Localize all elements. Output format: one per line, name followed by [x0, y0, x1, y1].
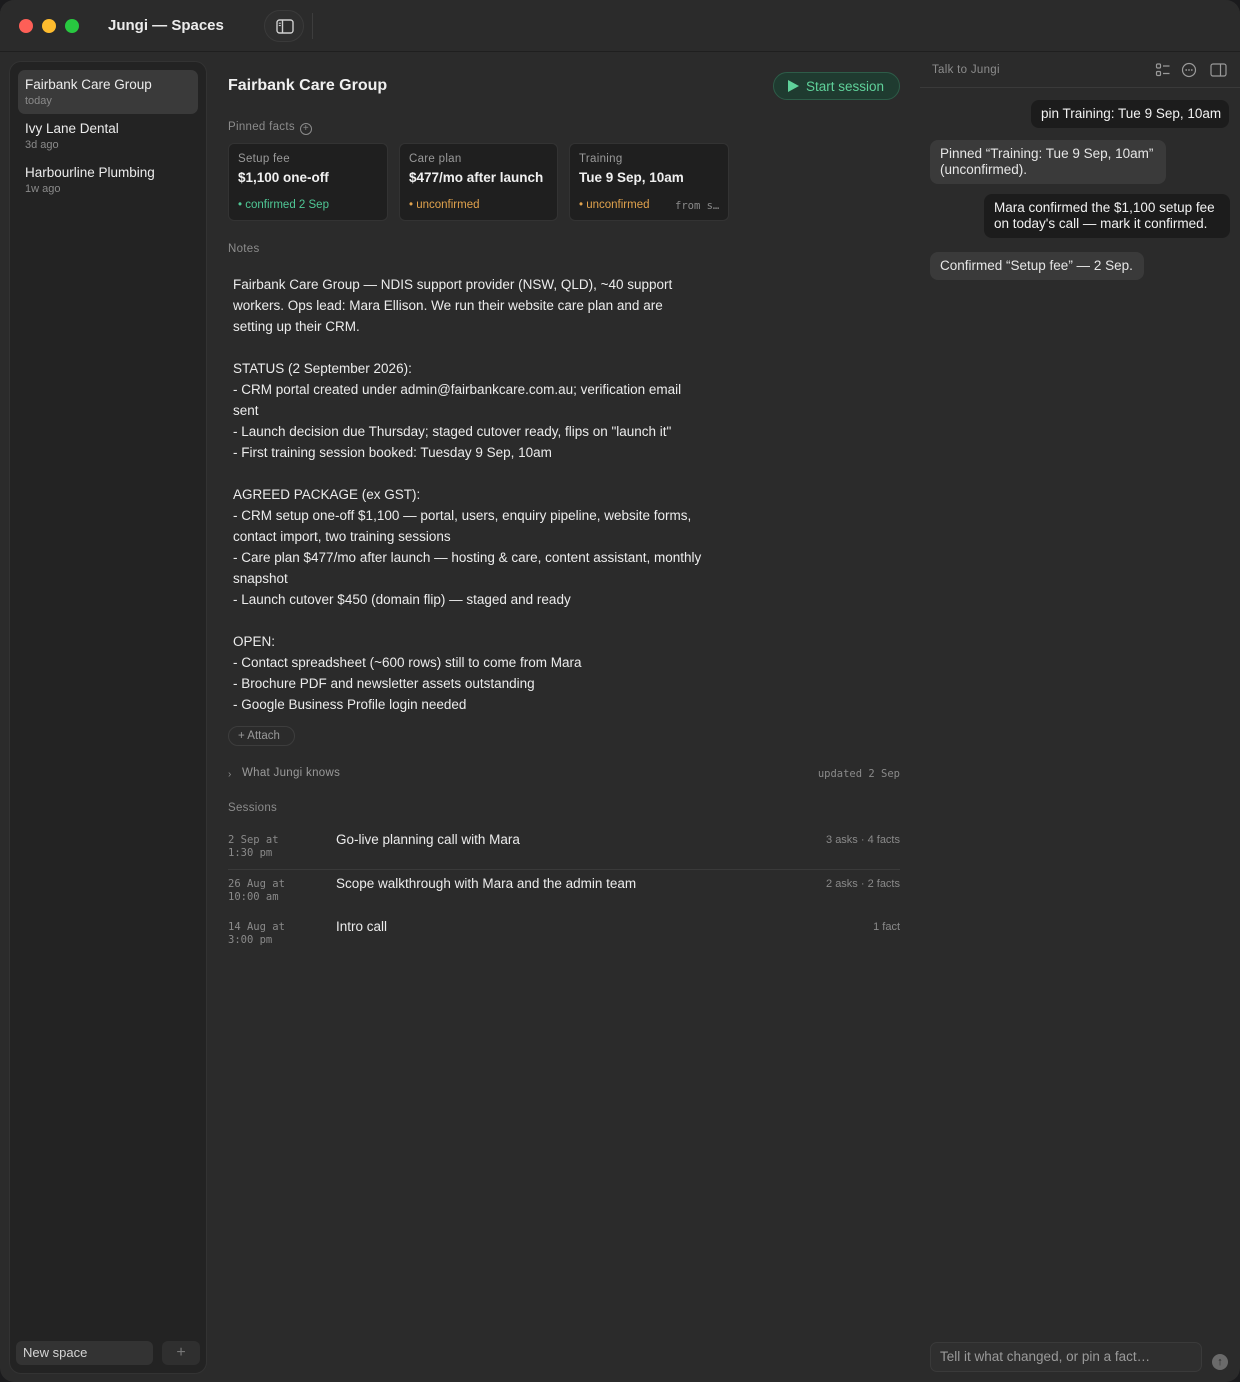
what-jungi-knows-label: What Jungi knows	[242, 767, 341, 779]
notes-text[interactable]: Fairbank Care Group — NDIS support provi…	[233, 274, 703, 715]
chat-header: Talk to Jungi	[920, 52, 1240, 88]
sidebar-item-fairbank[interactable]: Fairbank Care Group today	[18, 70, 198, 114]
minimize-window-button[interactable]	[42, 19, 56, 33]
attach-button[interactable]: + Attach	[228, 726, 295, 746]
spaces-sidebar: Fairbank Care Group today Ivy Lane Denta…	[9, 61, 207, 1374]
session-title: Go-live planning call with Mara	[336, 832, 520, 847]
space-name: Ivy Lane Dental	[25, 121, 119, 136]
space-time: today	[25, 95, 52, 107]
session-title: Scope walkthrough with Mara and the admi…	[336, 876, 637, 891]
start-session-label: Start session	[806, 79, 885, 94]
chat-message-user: Mara confirmed the $1,100 setup fee on t…	[984, 194, 1230, 238]
fact-status: • unconfirmed	[579, 199, 650, 211]
pinned-facts-heading: Pinned facts +	[228, 121, 312, 135]
pinned-facts-label: Pinned facts	[228, 121, 295, 133]
knows-updated-label: updated 2 Sep	[817, 768, 900, 780]
chat-panel: Talk to Jungi pin Training: Tue 9 Sep, 1…	[920, 52, 1240, 1382]
session-row[interactable]: 14 Aug at 3:00 pm Intro call 1 fact	[228, 913, 900, 957]
what-jungi-knows-toggle[interactable]: › What Jungi knows updated 2 Sep	[228, 767, 900, 783]
fact-card-training[interactable]: Training Tue 9 Sep, 10am • unconfirmed f…	[569, 143, 729, 221]
space-name: Harbourline Plumbing	[25, 165, 155, 180]
app-window: Jungi — Spaces Fairbank Care Group today…	[0, 0, 1240, 1382]
chat-message-bot: Pinned “Training: Tue 9 Sep, 10am” (unco…	[930, 140, 1166, 184]
fact-card-care-plan[interactable]: Care plan $477/mo after launch • unconfi…	[399, 143, 558, 221]
chat-input[interactable]: Tell it what changed, or pin a fact…	[930, 1342, 1202, 1372]
fact-value: Tue 9 Sep, 10am	[579, 170, 684, 185]
sidebar-item-ivy-lane[interactable]: Ivy Lane Dental 3d ago	[18, 114, 198, 158]
toolbar-divider	[312, 13, 313, 39]
title-bar: Jungi — Spaces	[0, 0, 1240, 52]
page-title: Fairbank Care Group	[228, 77, 388, 94]
session-title: Intro call	[336, 919, 388, 934]
session-row[interactable]: 2 Sep at 1:30 pm Go-live planning call w…	[228, 826, 900, 870]
session-meta: 2 asks · 2 facts	[826, 878, 900, 890]
session-meta: 3 asks · 4 facts	[826, 834, 900, 846]
add-space-button[interactable]: +	[162, 1341, 200, 1365]
session-date: 2 Sep at 1:30 pm	[228, 834, 279, 859]
add-fact-icon[interactable]: +	[299, 123, 312, 135]
fact-value: $1,100 one-off	[238, 170, 329, 185]
sidebar-item-harbourline[interactable]: Harbourline Plumbing 1w ago	[18, 158, 198, 202]
fact-label: Setup fee	[238, 153, 290, 165]
chevron-right-icon: ›	[228, 769, 232, 780]
chat-message-user: pin Training: Tue 9 Sep, 10am	[1031, 100, 1229, 128]
start-session-button[interactable]: Start session	[773, 72, 900, 100]
fact-value: $477/mo after launch	[409, 170, 544, 185]
fact-label: Care plan	[409, 153, 462, 165]
sessions-heading: Sessions	[228, 802, 278, 814]
more-options-icon[interactable]	[1181, 62, 1197, 78]
checklist-icon[interactable]	[1155, 62, 1171, 78]
send-icon[interactable]: ↑	[1212, 1354, 1228, 1370]
session-date: 14 Aug at 3:00 pm	[228, 921, 285, 946]
session-date: 26 Aug at 10:00 am	[228, 878, 285, 903]
fact-label: Training	[579, 153, 623, 165]
space-time: 1w ago	[25, 183, 61, 195]
chat-title: Talk to Jungi	[932, 64, 1000, 76]
space-time: 3d ago	[25, 139, 59, 151]
space-name: Fairbank Care Group	[25, 77, 152, 92]
close-window-button[interactable]	[19, 19, 33, 33]
right-panel-icon[interactable]	[1210, 62, 1227, 78]
zoom-window-button[interactable]	[65, 19, 79, 33]
sidebar-icon	[276, 19, 294, 34]
chat-message-bot: Confirmed “Setup fee” — 2 Sep.	[930, 252, 1144, 280]
new-space-input[interactable]: New space	[16, 1341, 153, 1365]
fact-status: • confirmed 2 Sep	[238, 199, 329, 211]
fact-source: from s…	[675, 200, 720, 212]
play-icon	[788, 80, 799, 92]
window-title: Jungi — Spaces	[108, 17, 224, 34]
session-meta: 1 fact	[873, 921, 900, 933]
session-row[interactable]: 26 Aug at 10:00 am Scope walkthrough wit…	[228, 870, 900, 914]
notes-heading: Notes	[228, 243, 260, 255]
fact-card-setup-fee[interactable]: Setup fee $1,100 one-off • confirmed 2 S…	[228, 143, 388, 221]
sidebar-toggle-button[interactable]	[264, 10, 304, 42]
fact-status: • unconfirmed	[409, 199, 480, 211]
